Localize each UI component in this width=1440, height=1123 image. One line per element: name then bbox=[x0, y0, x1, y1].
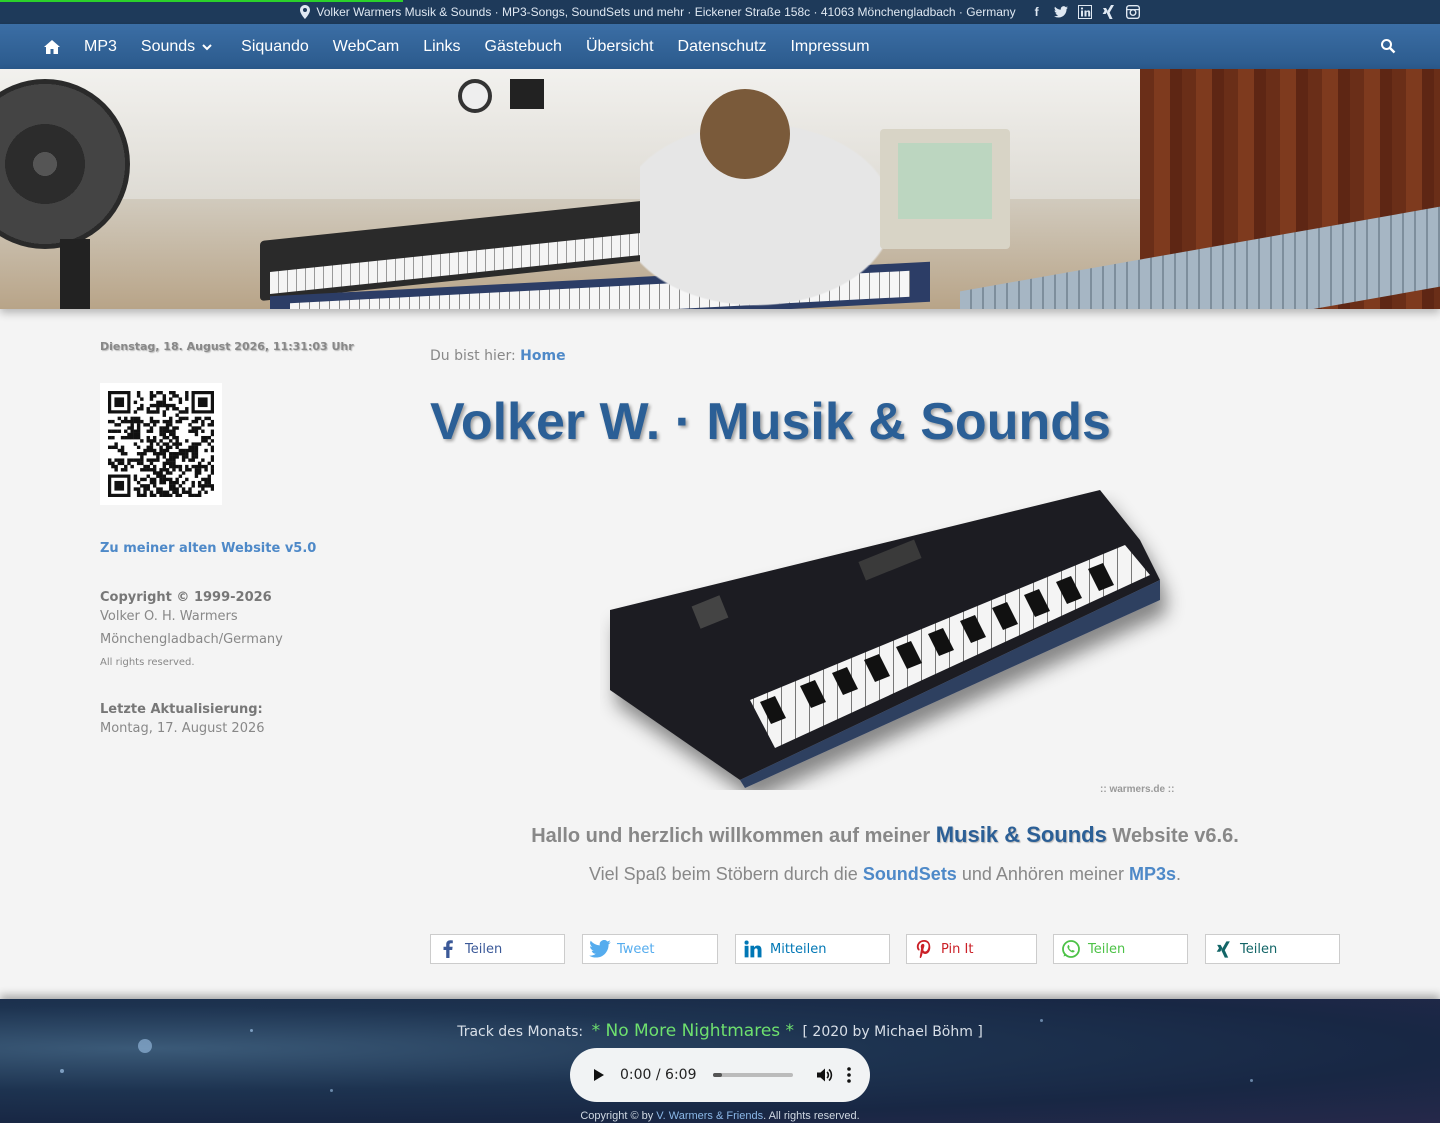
social-links: f bbox=[1030, 5, 1140, 19]
hero-studio-image bbox=[0, 69, 1440, 309]
footer-star bbox=[60, 1069, 64, 1073]
footer-star bbox=[1250, 1079, 1253, 1082]
pinterest-icon bbox=[907, 935, 941, 963]
image-watermark: :: warmers.de :: bbox=[1100, 784, 1175, 795]
facebook-icon[interactable]: f bbox=[1030, 5, 1044, 19]
last-updated-date: Montag, 17. August 2026 bbox=[100, 721, 265, 736]
current-date: Dienstag, 18. August 2026, 11:31:03 Uhr bbox=[100, 340, 354, 353]
hero-monitor bbox=[880, 129, 1010, 249]
site-info-text: Volker Warmers Musik & Sounds · MP3-Song… bbox=[316, 5, 1016, 19]
nav-item-mp3[interactable]: MP3 bbox=[84, 38, 117, 56]
share-linkedin-label: Mitteilen bbox=[770, 941, 827, 957]
copyright-heading: Copyright © 1999-2026 bbox=[100, 590, 272, 605]
synthesizer-image bbox=[610, 490, 1160, 788]
hero-fan-stand bbox=[60, 239, 90, 309]
footer-star bbox=[330, 1089, 333, 1092]
linkedin-icon[interactable] bbox=[1077, 5, 1092, 19]
nav-item-overview[interactable]: Übersicht bbox=[586, 38, 654, 56]
home-icon[interactable] bbox=[44, 39, 60, 55]
share-whatsapp-button[interactable]: Teilen bbox=[1053, 934, 1188, 964]
share-whatsapp-label: Teilen bbox=[1088, 941, 1126, 957]
share-xing-label: Teilen bbox=[1240, 941, 1278, 957]
page-title: Volker W. · Musik & Sounds bbox=[430, 393, 1111, 451]
twitter-icon[interactable] bbox=[1053, 5, 1068, 19]
footer-star bbox=[138, 1039, 152, 1053]
enjoy-pre: Viel Spaß beim Stöbern durch die bbox=[588, 864, 858, 884]
soundsets-link[interactable]: SoundSets bbox=[863, 864, 957, 884]
player-progress-bar[interactable] bbox=[712, 1073, 793, 1077]
player-time: 0:00 / 6:09 bbox=[620, 1067, 697, 1083]
copy-link[interactable]: V. Warmers & Friends bbox=[656, 1110, 763, 1122]
share-xing-button[interactable]: Teilen bbox=[1205, 934, 1340, 964]
hero-amplifier bbox=[510, 79, 544, 109]
hero-clock bbox=[458, 79, 492, 113]
instagram-icon[interactable] bbox=[1125, 5, 1140, 19]
enjoy-mid: und Anhören meiner bbox=[961, 864, 1124, 884]
nav-item-sounds-label: Sounds bbox=[140, 37, 196, 55]
chevron-down-icon bbox=[202, 43, 212, 50]
share-twitter-button[interactable]: Tweet bbox=[582, 934, 718, 964]
twitter-icon bbox=[583, 935, 617, 963]
nav-item-siquando[interactable]: Siquando bbox=[241, 38, 309, 56]
breadcrumb-home-link[interactable]: Home bbox=[520, 348, 565, 364]
enjoy-end: . bbox=[1176, 864, 1182, 884]
main-content: Du bist hier: Home Volker W. · Musik & S… bbox=[430, 340, 1340, 964]
audio-player: 0:00 / 6:09 bbox=[570, 1048, 870, 1102]
track-of-month: Track des Monats: * No More Nightmares *… bbox=[0, 1021, 1440, 1041]
xing-icon bbox=[1206, 935, 1240, 963]
welcome-pre: Hallo und herzlich willkommen auf meiner bbox=[531, 825, 931, 847]
old-website-link[interactable]: Zu meiner alten Website v5.0 bbox=[100, 541, 360, 556]
more-options-icon[interactable] bbox=[846, 1066, 851, 1084]
rights-text: All rights reserved. bbox=[100, 657, 195, 668]
copy-pre: Copyright © by bbox=[580, 1110, 654, 1122]
hero-person-head bbox=[700, 89, 790, 179]
whatsapp-icon bbox=[1054, 935, 1088, 963]
top-info-bar: Volker Warmers Musik & Sounds · MP3-Song… bbox=[0, 0, 1440, 24]
play-icon[interactable] bbox=[590, 1067, 606, 1083]
nav-item-privacy[interactable]: Datenschutz bbox=[678, 38, 767, 56]
footer-copyright: Copyright © by V. Warmers & Friends. All… bbox=[0, 1110, 1440, 1122]
breadcrumb-prefix: Du bist hier: bbox=[430, 348, 516, 364]
player-progress-fill bbox=[712, 1073, 723, 1077]
nav-item-sounds[interactable]: Sounds bbox=[141, 38, 213, 56]
last-updated-heading: Letzte Aktualisierung: bbox=[100, 702, 263, 717]
search-icon[interactable] bbox=[1380, 38, 1396, 54]
nav-item-webcam[interactable]: WebCam bbox=[333, 38, 399, 56]
sidebar: Dienstag, 18. August 2026, 11:31:03 Uhr … bbox=[100, 340, 360, 740]
main-navigation: MP3 Sounds Siquando WebCam Links Gästebu… bbox=[0, 24, 1440, 69]
share-buttons: Teilen Tweet Mitteilen Pin It Teilen Tei… bbox=[430, 934, 1340, 964]
nav-item-links[interactable]: Links bbox=[423, 38, 460, 56]
linkedin-icon bbox=[736, 935, 770, 963]
nav-item-imprint[interactable]: Impressum bbox=[790, 38, 869, 56]
welcome-highlight: Musik & Sounds bbox=[935, 822, 1107, 847]
breadcrumb: Du bist hier: Home bbox=[430, 348, 1340, 364]
share-pinterest-button[interactable]: Pin It bbox=[906, 934, 1037, 964]
location-pin-icon bbox=[300, 5, 311, 19]
mp3s-link[interactable]: MP3s bbox=[1129, 864, 1176, 884]
welcome-text: Hallo und herzlich willkommen auf meiner… bbox=[430, 822, 1340, 848]
share-pinterest-label: Pin It bbox=[941, 941, 974, 957]
facebook-icon bbox=[431, 935, 465, 963]
welcome-post: Website v6.6. bbox=[1112, 825, 1239, 847]
qr-code bbox=[100, 383, 222, 505]
track-label: Track des Monats: bbox=[457, 1024, 584, 1040]
share-facebook-label: Teilen bbox=[465, 941, 503, 957]
copy-post: . All rights reserved. bbox=[763, 1110, 860, 1122]
copyright-city: Mönchengladbach/Germany bbox=[100, 632, 283, 647]
share-linkedin-button[interactable]: Mitteilen bbox=[735, 934, 890, 964]
share-facebook-button[interactable]: Teilen bbox=[430, 934, 565, 964]
nav-item-guestbook[interactable]: Gästebuch bbox=[485, 38, 562, 56]
share-twitter-label: Tweet bbox=[617, 941, 655, 957]
volume-icon[interactable] bbox=[815, 1066, 833, 1084]
copyright-owner: Volker O. H. Warmers bbox=[100, 609, 238, 624]
footer: Track des Monats: * No More Nightmares *… bbox=[0, 999, 1440, 1123]
track-name: * No More Nightmares * bbox=[591, 1021, 795, 1041]
enjoy-text: Viel Spaß beim Stöbern durch die SoundSe… bbox=[430, 864, 1340, 885]
track-info: [ 2020 by Michael Böhm ] bbox=[802, 1024, 983, 1040]
xing-icon[interactable] bbox=[1102, 5, 1116, 19]
page-load-progress bbox=[0, 0, 403, 2]
